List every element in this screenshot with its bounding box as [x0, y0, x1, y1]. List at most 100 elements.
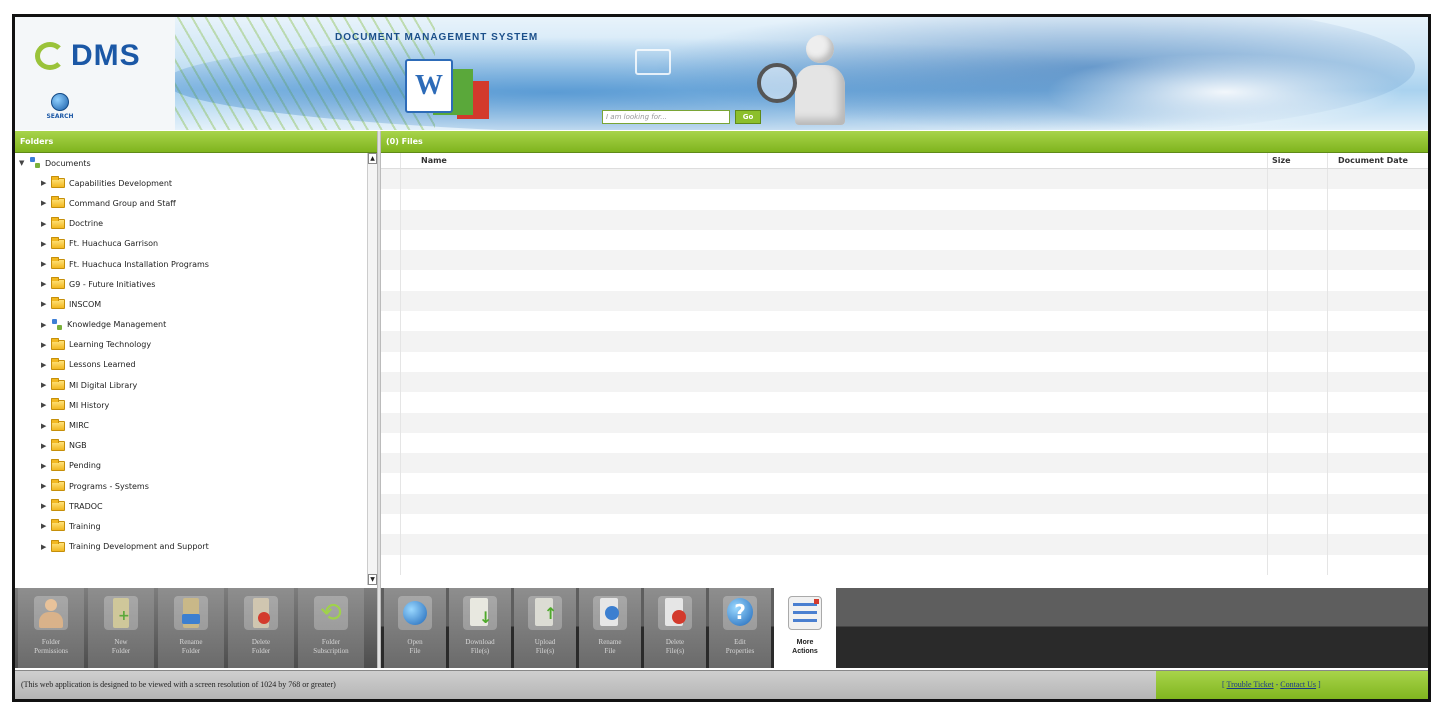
folder-icon [51, 297, 65, 310]
expand-right-icon[interactable]: ▶ [41, 482, 49, 490]
trouble-ticket-link[interactable]: Trouble Ticket [1227, 680, 1274, 689]
dms-logo[interactable]: DMS [35, 39, 141, 73]
app-window: DMS SEARCH DOCUMENT MANAGEMENT SYSTEM W … [12, 14, 1431, 702]
tree-item[interactable]: ▶ Knowledge Management [15, 315, 367, 335]
search-button[interactable]: SEARCH [37, 93, 83, 120]
expand-right-icon[interactable]: ▶ [41, 341, 49, 349]
folder-tree-scrollbar[interactable]: ▲ ▼ [367, 153, 377, 585]
footer-links-bar: [ Trouble Ticket - Contact Us ] [1156, 671, 1428, 699]
download-files-button[interactable]: Download File(s) [449, 588, 511, 668]
tree-item[interactable]: ▶ MI History [15, 395, 367, 415]
column-header-date[interactable]: Document Date [1328, 153, 1428, 168]
tree-item-label: MI History [69, 400, 110, 410]
tree-root-documents[interactable]: ▼ Documents [15, 153, 367, 173]
tree-item[interactable]: ▶ Programs - Systems [15, 476, 367, 496]
rename-folder-button[interactable]: Rename Folder [158, 588, 224, 668]
empty-file-row [381, 534, 1428, 555]
expand-right-icon[interactable]: ▶ [41, 381, 49, 389]
search-go-button[interactable]: Go [735, 110, 761, 124]
tree-item[interactable]: ▶ TRADOC [15, 496, 367, 516]
tree-item-label: MIRC [69, 421, 90, 431]
expand-right-icon[interactable]: ▶ [41, 442, 49, 450]
button-label: Rename File [598, 638, 622, 655]
files-panel-title: (0) Files [386, 137, 423, 146]
expand-right-icon[interactable]: ▶ [41, 300, 49, 308]
tree-item[interactable]: ▶ MI Digital Library [15, 375, 367, 395]
empty-file-row [381, 392, 1428, 413]
tree-item[interactable]: ▶ MIRC [15, 415, 367, 435]
folder-icon [51, 196, 65, 209]
empty-file-row [381, 189, 1428, 210]
expand-down-icon[interactable]: ▼ [19, 159, 27, 167]
empty-file-row [381, 351, 1428, 372]
folder-icon [51, 519, 65, 532]
tree-root-label: Documents [45, 158, 91, 168]
tree-item[interactable]: ▶ Training [15, 516, 367, 536]
expand-right-icon[interactable]: ▶ [41, 543, 49, 551]
delete-files-button[interactable]: Delete File(s) [644, 588, 706, 668]
column-header-size[interactable]: Size [1268, 153, 1328, 168]
folders-panel-header: Folders [15, 131, 377, 153]
expand-right-icon[interactable]: ▶ [41, 179, 49, 187]
tree-item-label: Training Development and Support [69, 542, 209, 552]
expand-right-icon[interactable]: ▶ [41, 462, 49, 470]
expand-right-icon[interactable]: ▶ [41, 199, 49, 207]
network-folder-icon [51, 318, 63, 331]
tree-item[interactable]: ▶ NGB [15, 436, 367, 456]
contact-us-link[interactable]: Contact Us [1280, 680, 1316, 689]
delete-folder-button[interactable]: Delete Folder [228, 588, 294, 668]
expand-right-icon[interactable]: ▶ [41, 321, 49, 329]
upload-icon [528, 596, 562, 630]
folder-permissions-button[interactable]: Folder Permissions [18, 588, 84, 668]
empty-file-row [381, 229, 1428, 251]
header-banner: DMS SEARCH DOCUMENT MANAGEMENT SYSTEM W … [15, 17, 1428, 130]
rename-file-button[interactable]: Rename File [579, 588, 641, 668]
delete-folder-icon [244, 596, 278, 630]
edit-properties-button[interactable]: Edit Properties [709, 588, 771, 668]
tree-item[interactable]: ▶ Training Development and Support [15, 537, 367, 557]
scroll-down-icon[interactable]: ▼ [368, 574, 377, 585]
scroll-up-icon[interactable]: ▲ [368, 153, 377, 164]
new-folder-icon [104, 596, 138, 630]
button-label: Delete File(s) [665, 638, 685, 655]
expand-right-icon[interactable]: ▶ [41, 502, 49, 510]
upload-files-button[interactable]: Upload File(s) [514, 588, 576, 668]
search-input[interactable]: I am looking for... [602, 110, 730, 124]
tree-item[interactable]: ▶ Lessons Learned [15, 355, 367, 375]
tree-item[interactable]: ▶ Ft. Huachuca Installation Programs [15, 254, 367, 274]
logo-text: DMS [71, 39, 141, 72]
column-header-name[interactable]: Name [401, 153, 1268, 168]
empty-file-row [381, 371, 1428, 393]
tree-item[interactable]: ▶ Pending [15, 456, 367, 476]
tree-item[interactable]: ▶ Learning Technology [15, 335, 367, 355]
expand-right-icon[interactable]: ▶ [41, 422, 49, 430]
search-globe-icon [51, 93, 69, 111]
button-label: Download File(s) [465, 638, 495, 655]
folder-icon [51, 337, 65, 350]
open-file-button[interactable]: Open File [384, 588, 446, 668]
tree-item-label: TRADOC [69, 501, 103, 511]
expand-right-icon[interactable]: ▶ [41, 260, 49, 268]
empty-file-row [381, 412, 1428, 433]
tree-item[interactable]: ▶ Doctrine [15, 214, 367, 234]
expand-right-icon[interactable]: ▶ [41, 240, 49, 248]
expand-right-icon[interactable]: ▶ [41, 522, 49, 530]
folder-subscription-button[interactable]: Folder Subscription [298, 588, 364, 668]
button-label: Folder Permissions [34, 638, 68, 655]
tree-item[interactable]: ▶ INSCOM [15, 294, 367, 314]
expand-right-icon[interactable]: ▶ [41, 280, 49, 288]
rename-folder-icon [174, 596, 208, 630]
tree-item[interactable]: ▶ G9 - Future Initiatives [15, 274, 367, 294]
empty-file-row [381, 331, 1428, 352]
expand-right-icon[interactable]: ▶ [41, 401, 49, 409]
tree-item[interactable]: ▶ Ft. Huachuca Garrison [15, 234, 367, 254]
button-label: Rename Folder [179, 638, 203, 655]
select-all-column[interactable] [381, 153, 401, 168]
tree-item[interactable]: ▶ Command Group and Staff [15, 193, 367, 213]
new-folder-button[interactable]: New Folder [88, 588, 154, 668]
search-label: SEARCH [46, 113, 74, 120]
tree-item[interactable]: ▶ Capabilities Development [15, 173, 367, 193]
expand-right-icon[interactable]: ▶ [41, 220, 49, 228]
more-actions-button[interactable]: More Actions [774, 588, 836, 668]
expand-right-icon[interactable]: ▶ [41, 361, 49, 369]
